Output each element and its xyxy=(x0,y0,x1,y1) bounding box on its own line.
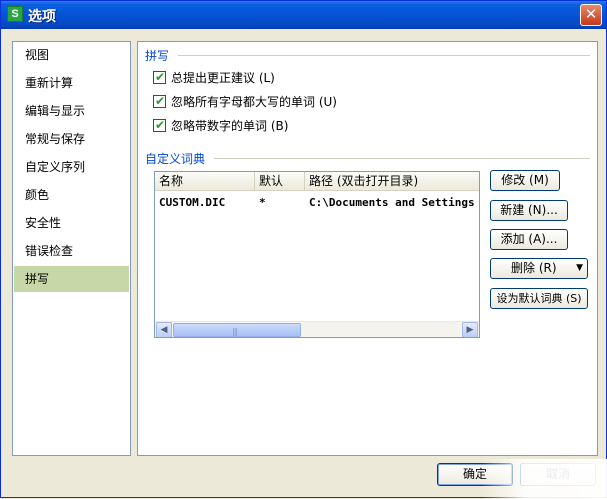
modify-button[interactable]: 修改 (M) xyxy=(490,170,560,191)
horizontal-scrollbar[interactable]: ◀ ||| ▶ xyxy=(155,321,479,337)
cell-default: * xyxy=(259,196,266,209)
add-button[interactable]: 添加 (A)... xyxy=(490,229,568,250)
nav-item-spelling[interactable]: 拼写 xyxy=(14,266,129,292)
grip-icon: ||| xyxy=(232,327,238,336)
nav-item-edit-display[interactable]: 编辑与显示 xyxy=(14,98,129,124)
watermark-overlay xyxy=(481,459,607,499)
options-category-list: 视图 重新计算 编辑与显示 常规与保存 自定义序列 颜色 安全性 错误检查 拼写 xyxy=(12,41,131,456)
nav-item-error-check[interactable]: 错误检查 xyxy=(14,238,129,264)
custom-dictionary-list[interactable]: 名称 默认 路径 (双击打开目录) CUSTOM.DIC * C:\Docume… xyxy=(154,171,480,338)
nav-item-color[interactable]: 颜色 xyxy=(14,182,129,208)
column-header-default[interactable]: 默认 xyxy=(255,172,305,191)
set-default-dictionary-button[interactable]: 设为默认词典 (S) xyxy=(490,288,588,309)
column-header-path[interactable]: 路径 (双击打开目录) xyxy=(305,172,479,191)
nav-item-recalculate[interactable]: 重新计算 xyxy=(14,70,129,96)
spelling-group-title: 拼写 xyxy=(145,47,174,64)
app-icon: S xyxy=(7,6,23,22)
spelling-group-divider xyxy=(178,55,590,56)
window-title: 选项 xyxy=(28,9,56,25)
list-header: 名称 默认 路径 (双击打开目录) xyxy=(155,172,479,191)
spelling-panel: 拼写 ✔ 总提出更正建议 (L) ✔ 忽略所有字母都大写的单词 (U) ✔ 忽略… xyxy=(137,41,598,456)
nav-item-custom-list[interactable]: 自定义序列 xyxy=(14,154,129,180)
checkbox[interactable]: ✔ xyxy=(153,94,166,108)
scroll-right-icon[interactable]: ▶ xyxy=(462,322,478,337)
nav-item-view[interactable]: 视图 xyxy=(14,42,129,68)
option-label: 忽略所有字母都大写的单词 (U) xyxy=(171,95,337,109)
nav-item-general-save[interactable]: 常规与保存 xyxy=(14,126,129,152)
cell-name: CUSTOM.DIC xyxy=(159,196,226,209)
delete-button-label: 删除 (R) xyxy=(511,261,557,275)
option-label: 总提出更正建议 (L) xyxy=(171,71,275,85)
dictionary-group-divider xyxy=(214,158,590,159)
dropdown-arrow-icon[interactable]: ▼ xyxy=(576,259,583,278)
options-dialog: S 选项 ✕ 视图 重新计算 编辑与显示 常规与保存 自定义序列 颜色 安全性 … xyxy=(0,0,607,499)
table-row[interactable]: CUSTOM.DIC * C:\Documents and Settings xyxy=(155,194,479,212)
column-header-name[interactable]: 名称 xyxy=(155,172,255,191)
title-bar[interactable]: S 选项 ✕ xyxy=(1,1,606,29)
option-label: 忽略带数字的单词 (B) xyxy=(171,119,289,133)
close-button[interactable]: ✕ xyxy=(580,4,602,26)
new-button[interactable]: 新建 (N)... xyxy=(490,200,568,221)
scroll-left-icon[interactable]: ◀ xyxy=(156,322,172,337)
checkbox[interactable]: ✔ xyxy=(153,118,166,132)
check-icon: ✔ xyxy=(155,70,166,84)
delete-button[interactable]: 删除 (R) ▼ xyxy=(490,258,588,279)
scroll-thumb[interactable]: ||| xyxy=(173,323,301,337)
check-icon: ✔ xyxy=(155,118,166,132)
dictionary-group-title: 自定义词典 xyxy=(145,150,210,167)
check-icon: ✔ xyxy=(155,94,166,108)
cell-path: C:\Documents and Settings xyxy=(309,196,475,209)
checkbox[interactable]: ✔ xyxy=(153,70,166,84)
nav-item-security[interactable]: 安全性 xyxy=(14,210,129,236)
